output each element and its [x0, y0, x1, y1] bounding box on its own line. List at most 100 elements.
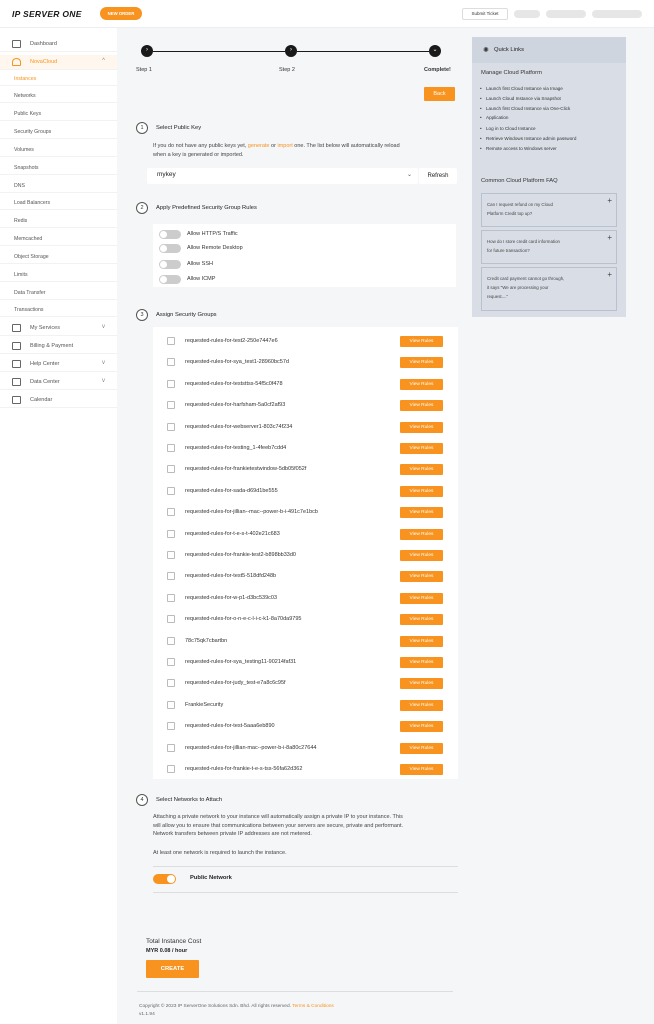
quick-link[interactable]: Launch first Cloud Instance via One-Clic… — [480, 105, 621, 112]
sidebar-sub-object-storage[interactable]: Object Storage — [0, 251, 117, 264]
terms-link[interactable]: Terms & Conditions — [292, 1004, 334, 1009]
plus-icon[interactable]: + — [607, 233, 612, 242]
public-network-toggle[interactable] — [153, 874, 176, 884]
sidebar-sub-snapshots[interactable]: Snapshots — [0, 162, 117, 175]
sidebar-sub-label: Networks — [14, 93, 36, 99]
generate-link[interactable]: generate — [248, 143, 270, 149]
view-rules-button[interactable]: View Rules — [400, 464, 443, 476]
security-group-checkbox[interactable] — [167, 379, 175, 388]
sidebar-sub-networks[interactable]: Networks — [0, 90, 117, 103]
security-group-checkbox[interactable] — [167, 508, 175, 517]
ssh-toggle[interactable] — [159, 260, 181, 269]
sidebar-item-data-center[interactable]: Data Center v — [0, 375, 117, 390]
view-rules-button[interactable]: View Rules — [400, 571, 443, 583]
security-group-checkbox[interactable] — [167, 700, 175, 709]
quick-link[interactable]: Retrieve Windows Instance admin password — [480, 135, 621, 142]
view-rules-button[interactable]: View Rules — [400, 635, 443, 647]
sidebar-sub-transactions[interactable]: Transactions — [0, 304, 117, 317]
submit-ticket-button[interactable]: Submit Ticket — [462, 8, 508, 20]
plus-icon[interactable]: + — [607, 196, 612, 205]
view-rules-button[interactable]: View Rules — [400, 699, 443, 711]
sidebar-item-label: My Services — [30, 325, 60, 331]
public-key-select[interactable]: mykey ⌄ — [147, 168, 418, 184]
security-group-checkbox[interactable] — [167, 401, 175, 410]
sidebar-item-billing[interactable]: Billing & Payment — [0, 339, 117, 354]
rdp-toggle[interactable] — [159, 244, 181, 253]
security-group-checkbox[interactable] — [167, 358, 175, 367]
security-group-checkbox[interactable] — [167, 679, 175, 688]
view-rules-button[interactable]: View Rules — [400, 336, 443, 347]
view-rules-button[interactable]: View Rules — [400, 614, 443, 626]
new-order-button[interactable]: NEW ORDER — [100, 7, 142, 20]
sidebar-sub-volumes[interactable]: Volumes — [0, 144, 117, 157]
sidebar-item-calendar[interactable]: Calendar — [0, 393, 117, 408]
plus-icon[interactable]: + — [607, 270, 612, 279]
faq-item[interactable]: Can I request refund on my Cloud Platform… — [481, 193, 617, 227]
http-toggle[interactable] — [159, 230, 181, 239]
security-group-checkbox[interactable] — [167, 636, 175, 645]
create-button[interactable]: CREATE — [146, 960, 199, 978]
icmp-toggle[interactable] — [159, 275, 181, 284]
security-group-checkbox[interactable] — [167, 572, 175, 581]
sidebar-sub-public-keys[interactable]: Public Keys — [0, 108, 117, 121]
security-group-checkbox[interactable] — [167, 486, 175, 495]
view-rules-button[interactable]: View Rules — [400, 443, 443, 454]
sidebar-sub-instances[interactable]: Instances — [0, 73, 117, 86]
view-rules-button[interactable]: View Rules — [400, 550, 443, 561]
sidebar-sub-load-balancers[interactable]: Load Balancers — [0, 197, 117, 210]
security-group-checkbox[interactable] — [167, 337, 175, 345]
security-group-checkbox[interactable] — [167, 743, 175, 752]
security-group-checkbox[interactable] — [167, 529, 175, 538]
view-rules-button[interactable]: View Rules — [400, 507, 443, 519]
view-rules-button[interactable]: View Rules — [400, 764, 443, 775]
security-group-checkbox[interactable] — [167, 722, 175, 731]
view-rules-button[interactable]: View Rules — [400, 592, 443, 604]
view-rules-button[interactable]: View Rules — [400, 485, 443, 497]
view-rules-button[interactable]: View Rules — [400, 678, 443, 690]
faq-item[interactable]: How do I store credit card information fo… — [481, 230, 617, 264]
view-rules-button[interactable]: View Rules — [400, 742, 443, 754]
quick-link-continued[interactable]: Application — [480, 114, 621, 121]
security-group-checkbox[interactable] — [167, 465, 175, 474]
back-button[interactable]: Back — [424, 87, 455, 101]
faq-item[interactable]: Credit card payment cannot go through, it… — [481, 267, 617, 311]
view-rules-button[interactable]: View Rules — [400, 528, 443, 540]
sidebar-sub-dns[interactable]: DNS — [0, 180, 117, 193]
blurred-profile-info[interactable] — [592, 10, 642, 18]
security-group-checkbox[interactable] — [167, 444, 175, 452]
refresh-button[interactable]: Refresh — [419, 168, 457, 184]
security-group-name: requested-rules-for-jillian-mac--power-b… — [185, 744, 317, 751]
sidebar-item-dashboard[interactable]: Dashboard — [0, 37, 117, 52]
sidebar-item-my-services[interactable]: My Services v — [0, 321, 117, 336]
view-rules-button[interactable]: View Rules — [400, 657, 443, 668]
sidebar-sub-limits[interactable]: Limits — [0, 269, 117, 282]
security-group-checkbox[interactable] — [167, 422, 175, 431]
security-group-checkbox[interactable] — [167, 765, 175, 773]
quick-link[interactable]: Remote access to Windows server — [480, 145, 621, 152]
network-row: Public Network — [153, 866, 458, 893]
sidebar-sub-label: Object Storage — [14, 254, 49, 260]
logo[interactable]: IP SERVER ONE — [12, 9, 82, 19]
section-title: Select Public Key — [156, 125, 202, 131]
security-group-checkbox[interactable] — [167, 551, 175, 559]
view-rules-button[interactable]: View Rules — [400, 421, 443, 433]
section-title: Assign Security Groups — [156, 312, 217, 318]
view-rules-button[interactable]: View Rules — [400, 721, 443, 733]
security-group-checkbox[interactable] — [167, 593, 175, 602]
quick-link[interactable]: Launch Cloud Instance via Snapshot — [480, 95, 621, 102]
sidebar-sub-redis[interactable]: Redis — [0, 215, 117, 228]
sidebar-sub-security-groups[interactable]: Security Groups — [0, 126, 117, 139]
view-rules-button[interactable]: View Rules — [400, 400, 443, 412]
view-rules-button[interactable]: View Rules — [400, 357, 443, 369]
sidebar-item-help-center[interactable]: Help Center v — [0, 357, 117, 372]
security-group-checkbox[interactable] — [167, 615, 175, 624]
quick-link[interactable]: Log in to Cloud Instance — [480, 125, 621, 132]
quick-link[interactable]: Launch first Cloud Instance via Image — [480, 85, 621, 92]
sidebar-item-novacloud[interactable]: NovaCloud ^ — [0, 55, 117, 70]
security-group-row: requested-rules-for-test2-250e7447e6 View… — [153, 331, 458, 352]
import-link[interactable]: import — [277, 143, 292, 149]
view-rules-button[interactable]: View Rules — [400, 378, 443, 390]
sidebar-sub-memcached[interactable]: Memcached — [0, 233, 117, 246]
sidebar-sub-data-transfer[interactable]: Data Transfer — [0, 287, 117, 300]
security-group-checkbox[interactable] — [167, 658, 175, 666]
